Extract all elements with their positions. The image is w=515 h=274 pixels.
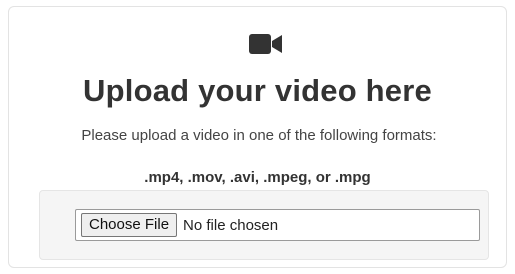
- upload-instructions: Please upload a video in one of the foll…: [81, 127, 437, 144]
- page-title: Upload your video here: [83, 73, 432, 108]
- file-input[interactable]: Choose File No file chosen: [75, 209, 480, 241]
- video-camera-icon: [249, 34, 282, 54]
- choose-file-button[interactable]: Choose File: [81, 213, 178, 237]
- file-status-text: No file chosen: [183, 216, 279, 234]
- accepted-formats: .mp4, .mov, .avi, .mpeg, or .mpg: [144, 169, 371, 186]
- upload-card: Upload your video here Please upload a v…: [8, 6, 507, 268]
- file-input-panel: Choose File No file chosen: [39, 190, 489, 260]
